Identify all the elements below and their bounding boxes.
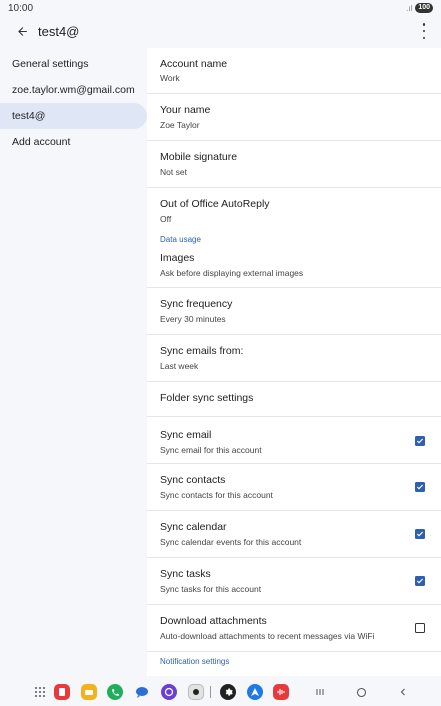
setting-title: Account name	[160, 58, 228, 70]
sync-tasks-checkbox[interactable]	[415, 576, 425, 586]
setting-value: Zoe Taylor	[160, 120, 200, 130]
setting-account-name[interactable]: Account name Work	[147, 48, 441, 94]
battery-icon: 100	[415, 3, 433, 13]
setting-out-of-office[interactable]: Out of Office AutoReply Off	[147, 188, 441, 233]
camera-app-icon[interactable]	[188, 684, 204, 700]
section-header-label: Data usage	[160, 235, 201, 244]
sync-email-checkbox[interactable]	[415, 436, 425, 446]
setting-value: Auto-download attachments to recent mess…	[160, 631, 375, 641]
setting-title: Sync calendar	[160, 521, 227, 533]
nav-item-test4-account[interactable]: test4@	[0, 103, 147, 129]
setting-title: Sync emails from:	[160, 345, 244, 357]
signal-icon: .ıl	[406, 3, 413, 13]
setting-value: Sync email for this account	[160, 445, 262, 455]
download-attachments-checkbox[interactable]	[415, 623, 425, 633]
back-arrow-icon[interactable]	[12, 21, 32, 41]
setting-title: Sync contacts	[160, 474, 226, 486]
status-time: 10:00	[8, 2, 34, 14]
sync-calendar-checkbox[interactable]	[415, 529, 425, 539]
setting-title: Out of Office AutoReply	[160, 198, 270, 210]
bottom-dock	[0, 676, 441, 706]
setting-title: Sync frequency	[160, 298, 233, 310]
setting-value: Sync calendar events for this account	[160, 537, 302, 547]
dock-divider	[210, 686, 211, 698]
setting-value: Not set	[160, 167, 187, 177]
setting-title: Mobile signature	[160, 151, 238, 163]
setting-sync-email[interactable]: Sync email Sync email for this account	[147, 417, 441, 464]
section-header-notification-settings: Notification settings	[147, 652, 441, 670]
apps-grid-icon[interactable]	[32, 684, 48, 700]
setting-title: Folder sync settings	[160, 392, 254, 404]
nav-item-label: test4@	[12, 110, 46, 122]
setting-sync-calendar[interactable]: Sync calendar Sync calendar events for t…	[147, 511, 441, 558]
setting-title: Your name	[160, 104, 211, 116]
nav-item-label: General settings	[12, 58, 89, 70]
section-header-data-usage: Data usage	[147, 233, 441, 251]
setting-sync-tasks[interactable]: Sync tasks Sync tasks for this account	[147, 558, 441, 605]
setting-download-attachments[interactable]: Download attachments Auto-download attac…	[147, 605, 441, 652]
setting-mobile-signature[interactable]: Mobile signature Not set	[147, 141, 441, 188]
folder-app-icon[interactable]	[81, 684, 97, 700]
setting-title: Images	[160, 252, 195, 264]
setting-value: Ask before displaying external images	[160, 268, 304, 278]
phone-app-icon[interactable]	[107, 684, 123, 700]
app-bar: test4@	[0, 16, 441, 46]
setting-value: Sync tasks for this account	[160, 584, 262, 594]
setting-title: Sync email	[160, 429, 212, 441]
setting-value: Last week	[160, 361, 199, 371]
setting-your-name[interactable]: Your name Zoe Taylor	[147, 94, 441, 141]
voice-recorder-app-icon[interactable]	[273, 684, 289, 700]
settings-app-icon[interactable]	[220, 684, 236, 700]
browser-app-icon[interactable]	[161, 684, 177, 700]
notes-app-icon[interactable]	[54, 684, 70, 700]
nav-item-label: Add account	[12, 136, 71, 148]
recent-apps-icon[interactable]	[312, 684, 328, 700]
nav-item-add-account[interactable]: Add account	[0, 129, 147, 155]
nav-item-label: zoe.taylor.wm@gmail.com	[12, 84, 135, 96]
setting-sync-emails-from[interactable]: Sync emails from: Last week	[147, 335, 441, 382]
messages-app-icon[interactable]	[134, 684, 150, 700]
setting-title: Sync tasks	[160, 568, 211, 580]
nav-item-general-settings[interactable]: General settings	[0, 51, 147, 77]
setting-value: Every 30 minutes	[160, 314, 226, 324]
setting-images[interactable]: Images Ask before displaying external im…	[147, 251, 441, 288]
settings-pane: Account name Work Your name Zoe Taylor M…	[147, 48, 441, 676]
setting-folder-sync[interactable]: Folder sync settings	[147, 382, 441, 417]
status-icons: .ıl 100	[406, 3, 433, 13]
nav-item-gmail-account[interactable]: zoe.taylor.wm@gmail.com	[0, 77, 147, 103]
more-options-icon[interactable]	[421, 23, 427, 39]
setting-title: Download attachments	[160, 615, 267, 627]
status-bar: 10:00 .ıl 100	[0, 0, 441, 16]
setting-value: Sync contacts for this account	[160, 490, 273, 500]
setting-sync-frequency[interactable]: Sync frequency Every 30 minutes	[147, 288, 441, 335]
navigation-app-icon[interactable]	[247, 684, 263, 700]
page-title: test4@	[38, 23, 80, 39]
account-list: General settings zoe.taylor.wm@gmail.com…	[0, 48, 147, 155]
section-header-label: Notification settings	[160, 657, 230, 666]
setting-value: Off	[160, 214, 172, 224]
setting-value: Work	[160, 73, 180, 83]
back-nav-icon[interactable]	[395, 684, 411, 700]
home-icon[interactable]	[353, 684, 369, 700]
setting-sync-contacts[interactable]: Sync contacts Sync contacts for this acc…	[147, 464, 441, 511]
sync-contacts-checkbox[interactable]	[415, 482, 425, 492]
